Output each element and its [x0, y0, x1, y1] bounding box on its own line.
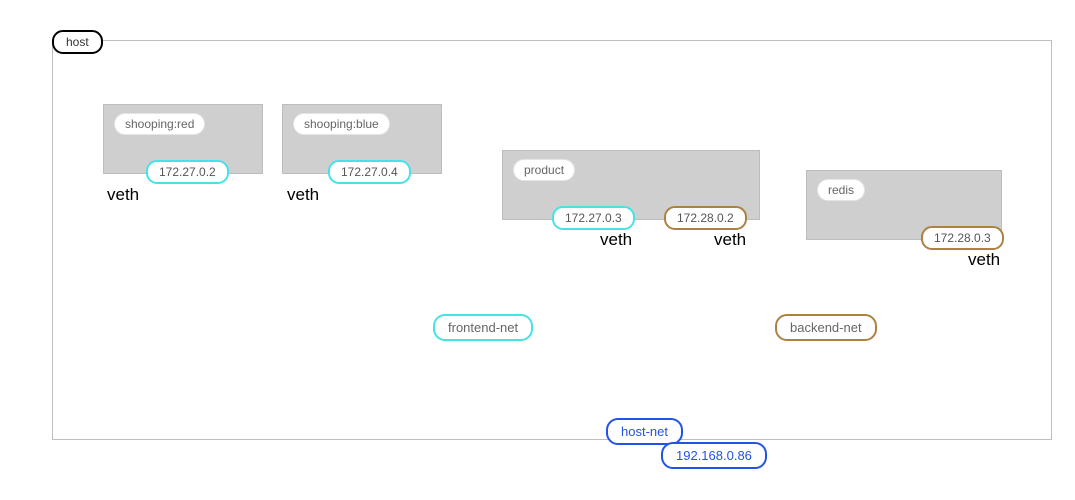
ip-shooping-blue: 172.27.0.4 — [328, 160, 411, 184]
network-host: host-net — [606, 418, 683, 445]
host-frame — [52, 40, 1052, 440]
diagram-canvas: host shooping:red 172.27.0.2 veth shoopi… — [0, 0, 1075, 500]
host-label: host — [52, 30, 103, 54]
network-frontend: frontend-net — [433, 314, 533, 341]
veth-label: veth — [968, 250, 1000, 270]
ip-product-a: 172.27.0.3 — [552, 206, 635, 230]
container-label: product — [513, 159, 575, 181]
veth-label: veth — [714, 230, 746, 250]
ip-shooping-red: 172.27.0.2 — [146, 160, 229, 184]
host-ip: 192.168.0.86 — [661, 442, 767, 469]
container-label: redis — [817, 179, 865, 201]
veth-label: veth — [107, 185, 139, 205]
network-backend: backend-net — [775, 314, 877, 341]
veth-label: veth — [600, 230, 632, 250]
veth-label: veth — [287, 185, 319, 205]
ip-redis: 172.28.0.3 — [921, 226, 1004, 250]
container-label: shooping:red — [114, 113, 205, 135]
ip-product-b: 172.28.0.2 — [664, 206, 747, 230]
container-label: shooping:blue — [293, 113, 390, 135]
